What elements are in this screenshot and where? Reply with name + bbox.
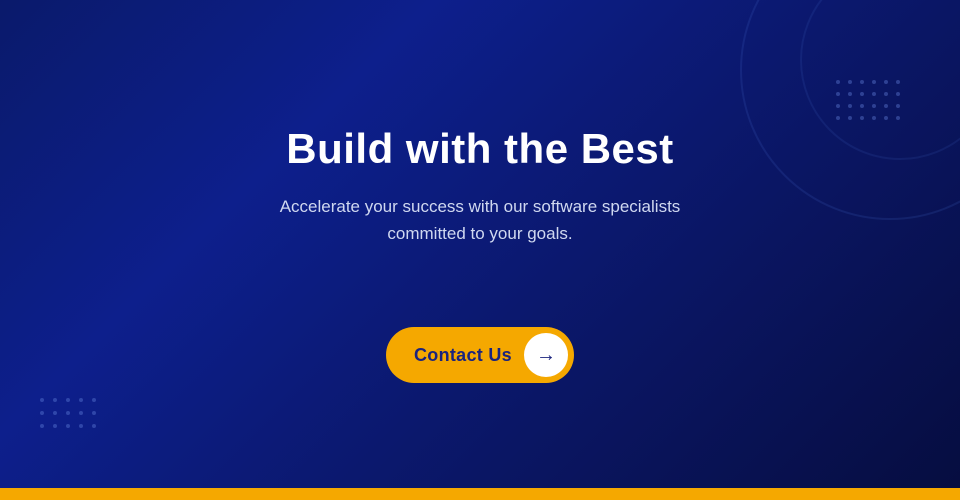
dot — [848, 80, 852, 84]
dot — [848, 104, 852, 108]
dot — [66, 398, 70, 402]
hero-subtitle: Accelerate your success with our softwar… — [240, 193, 720, 247]
dot — [884, 116, 888, 120]
dot — [92, 398, 96, 402]
dot — [92, 411, 96, 415]
cta-arrow-circle: → — [524, 333, 568, 377]
dot — [872, 116, 876, 120]
dot — [884, 80, 888, 84]
dot — [872, 92, 876, 96]
dot — [896, 92, 900, 96]
dot — [53, 398, 57, 402]
dot — [872, 104, 876, 108]
dot — [79, 411, 83, 415]
dot — [896, 116, 900, 120]
dot — [884, 92, 888, 96]
hero-title: Build with the Best — [286, 125, 674, 173]
dot — [92, 424, 96, 428]
contact-us-label: Contact Us — [414, 345, 512, 366]
dot — [884, 104, 888, 108]
dot-grid-top-right — [836, 80, 900, 120]
dot — [53, 424, 57, 428]
dot — [860, 116, 864, 120]
dot-grid-bottom-left — [40, 398, 96, 428]
dot — [836, 92, 840, 96]
dot — [860, 104, 864, 108]
dot — [40, 411, 44, 415]
dot — [872, 80, 876, 84]
dot — [79, 424, 83, 428]
dot — [836, 116, 840, 120]
bottom-bar — [0, 488, 960, 500]
hero-section: Build with the Best Accelerate your succ… — [0, 0, 960, 488]
contact-us-button[interactable]: Contact Us → — [386, 327, 574, 383]
dot — [53, 411, 57, 415]
dot — [40, 424, 44, 428]
dot — [860, 92, 864, 96]
dot — [79, 398, 83, 402]
dot — [896, 104, 900, 108]
dot — [896, 80, 900, 84]
page-wrapper: Build with the Best Accelerate your succ… — [0, 0, 960, 500]
dot — [40, 398, 44, 402]
dot — [836, 80, 840, 84]
dot — [848, 92, 852, 96]
dot — [848, 116, 852, 120]
arrow-right-icon: → — [536, 345, 556, 365]
dot — [66, 411, 70, 415]
dot — [66, 424, 70, 428]
dot — [836, 104, 840, 108]
dot — [860, 80, 864, 84]
